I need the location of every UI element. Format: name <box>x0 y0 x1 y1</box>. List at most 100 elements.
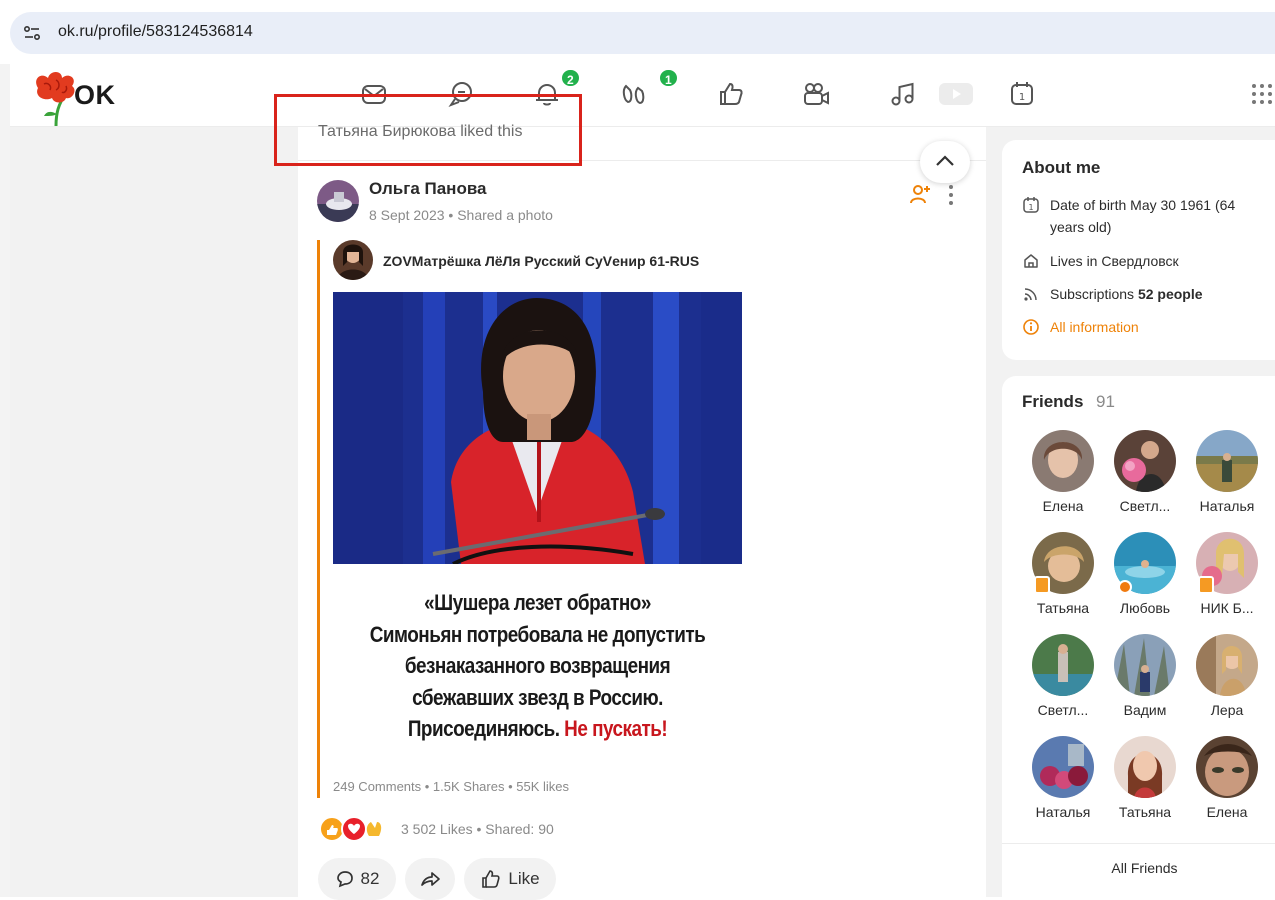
friend-item[interactable]: Татьяна <box>1104 736 1186 832</box>
apps-grid-icon[interactable] <box>1246 78 1275 110</box>
add-friend-icon[interactable] <box>908 182 932 206</box>
like-label: Like <box>508 869 540 888</box>
friend-avatar <box>1032 430 1094 492</box>
svg-text:1: 1 <box>1019 92 1025 103</box>
friend-avatar <box>1196 634 1258 696</box>
highlight-box <box>274 94 582 166</box>
svg-text:1: 1 <box>1028 203 1033 212</box>
all-friends-link[interactable]: All Friends <box>1002 860 1275 876</box>
reactions-icon[interactable] <box>319 816 397 842</box>
original-author-avatar[interactable] <box>333 240 373 280</box>
friend-avatar <box>1196 430 1258 492</box>
post-photo[interactable] <box>333 292 742 564</box>
caption-line: «Шушера лезет обратно» <box>424 590 651 615</box>
friend-item[interactable]: Любовь <box>1104 532 1186 628</box>
subscriptions-text: Subscriptions 52 people <box>1050 283 1272 305</box>
like-button[interactable]: Like <box>464 858 556 900</box>
comment-count: 82 <box>360 869 380 888</box>
friend-name: Любовь <box>1119 600 1171 616</box>
online-mobile-icon <box>1198 576 1214 594</box>
friend-avatar <box>1114 430 1176 492</box>
site-header: OK 2 1 1 <box>10 64 1275 127</box>
friend-name: Светл... <box>1119 498 1171 514</box>
friend-name: Елена <box>1042 498 1084 514</box>
share-arrow-icon <box>421 872 440 886</box>
site-settings-icon[interactable] <box>22 23 42 43</box>
comment-button[interactable]: 82 <box>318 858 396 900</box>
notifications-badge: 2 <box>560 68 581 88</box>
friend-name: Наталья <box>1035 804 1091 820</box>
guests-icon[interactable] <box>618 78 650 110</box>
online-mobile-icon <box>1034 576 1050 594</box>
post-meta: 8 Sept 2023 • Shared a photo <box>369 207 553 223</box>
friend-item[interactable]: Елена <box>1022 430 1104 526</box>
friend-item[interactable]: Светл... <box>1104 430 1186 526</box>
all-information-link[interactable]: All information <box>1022 316 1272 338</box>
comment-icon <box>336 871 353 888</box>
ok-logo[interactable]: OK <box>26 68 126 128</box>
friend-avatar <box>1196 736 1258 798</box>
rss-icon <box>1022 285 1040 303</box>
chevron-up-icon <box>936 155 954 166</box>
likes-stats[interactable]: 3 502 Likes • Shared: 90 <box>401 821 554 837</box>
video-icon[interactable] <box>800 78 832 110</box>
original-author-name[interactable]: ZOVМатрёшка ЛёЛя Русский СуVенир 61-RUS <box>383 253 699 269</box>
collapse-button[interactable] <box>920 141 970 183</box>
birth-row: 1 Date of birth May 30 1961 (64 years ol… <box>1022 194 1272 240</box>
friend-item[interactable]: Татьяна <box>1022 532 1104 628</box>
events-icon[interactable] <box>715 78 747 110</box>
page-margin <box>0 64 10 897</box>
author-name[interactable]: Ольга Панова <box>369 179 487 199</box>
friend-name: Татьяна <box>1118 804 1172 820</box>
friend-item[interactable]: Наталья <box>1022 736 1104 832</box>
calendar-icon: 1 <box>1022 196 1040 214</box>
friend-item[interactable]: Елена <box>1186 736 1268 832</box>
friend-avatar <box>1114 736 1176 798</box>
home-icon <box>1022 252 1040 270</box>
friend-item[interactable]: Наталья <box>1186 430 1268 526</box>
friend-item[interactable]: Светл... <box>1022 634 1104 730</box>
friend-item[interactable]: Вадим <box>1104 634 1186 730</box>
friend-name: Светл... <box>1037 702 1089 718</box>
share-button[interactable] <box>405 858 455 900</box>
friend-name: Вадим <box>1123 702 1167 718</box>
friend-avatar <box>1032 736 1094 798</box>
caption-line: Присоединяюсь. Не пускать! <box>362 713 714 745</box>
subscriptions-label: Subscriptions <box>1050 286 1138 302</box>
friend-name: Елена <box>1206 804 1248 820</box>
guests-badge: 1 <box>658 68 679 88</box>
lives-row: Lives in Свердловск <box>1022 250 1272 272</box>
info-icon <box>1022 318 1040 336</box>
friends-count: 91 <box>1096 392 1115 411</box>
about-title: About me <box>1022 158 1101 177</box>
caption-line: Симоньян потребовала не допустить <box>369 621 706 647</box>
all-information-text: All information <box>1050 319 1139 335</box>
more-options-icon[interactable] <box>946 184 956 206</box>
friends-title[interactable]: Friends <box>1022 392 1083 412</box>
logo-text: OK <box>74 80 116 110</box>
photo-caption: «Шушера лезет обратно» Симоньян потребов… <box>333 565 742 768</box>
caption-prefix: Присоединяюсь. <box>407 716 565 741</box>
music-icon[interactable] <box>887 78 919 110</box>
calendar-icon[interactable]: 1 <box>1006 78 1038 110</box>
friend-name: НИК Б... <box>1200 600 1254 616</box>
subscriptions-row[interactable]: Subscriptions 52 people <box>1022 283 1272 305</box>
friend-name: Татьяна <box>1036 600 1090 616</box>
friend-item[interactable]: НИК Б... <box>1186 532 1268 628</box>
birth-text: Date of birth May 30 1961 (64 years old) <box>1050 197 1236 235</box>
online-status-icon <box>1118 580 1132 594</box>
friend-avatar <box>1114 634 1176 696</box>
friend-item[interactable]: Лера <box>1186 634 1268 730</box>
address-bar[interactable]: ok.ru/profile/583124536814 <box>10 12 1275 54</box>
original-post-stats[interactable]: 249 Comments • 1.5K Shares • 55K likes <box>333 779 569 794</box>
caption-red-text: Не пускать! <box>564 716 668 741</box>
friend-name: Лера <box>1210 702 1244 718</box>
caption-line: безнаказанного возвращения <box>404 653 671 678</box>
live-icon[interactable] <box>938 78 974 110</box>
shared-post-indicator <box>317 240 320 798</box>
friend-avatar <box>1032 634 1094 696</box>
url-text[interactable]: ok.ru/profile/583124536814 <box>58 23 253 41</box>
thumbs-up-icon <box>482 870 500 888</box>
author-avatar[interactable] <box>317 180 359 222</box>
lives-text: Lives in Свердловск <box>1050 253 1179 269</box>
